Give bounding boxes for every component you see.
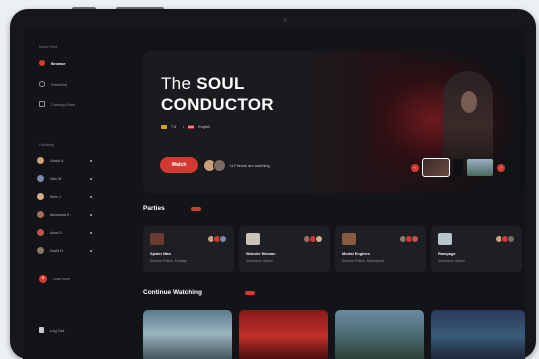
nav-label: Coming Soon — [51, 101, 76, 107]
party-poster — [342, 233, 356, 245]
avatar — [37, 193, 44, 200]
party-genres: Adventure, Action — [438, 259, 465, 263]
hero-character-face — [461, 91, 477, 113]
continue-watching-card[interactable] — [431, 310, 525, 359]
tablet-frame: Menu Feed Browse Watchlist Coming Soon F… — [10, 9, 536, 359]
friends-watching-text: +4 Friends are watching — [229, 163, 270, 168]
language-value: English — [198, 125, 211, 129]
continue-watching-card[interactable] — [335, 310, 424, 359]
continue-watching-heading: Continue Watching — [143, 289, 202, 296]
hero-meta: 7.6 • English — [161, 125, 210, 129]
following-name: Vladut A. — [50, 158, 65, 163]
party-poster — [246, 233, 260, 245]
avatar — [315, 235, 323, 243]
carousel-thumb[interactable] — [422, 158, 450, 177]
avatar — [37, 229, 44, 236]
camera-dot — [283, 18, 287, 22]
browse-icon — [39, 60, 45, 66]
party-card[interactable]: Mortal Engines Science Fiction, Steampun… — [335, 226, 426, 272]
load-more-button[interactable]: + Load more — [39, 275, 70, 283]
status-dot-icon — [90, 249, 92, 252]
app-screen: Menu Feed Browse Watchlist Coming Soon F… — [23, 27, 525, 359]
chevron-left-icon[interactable]: ‹ — [411, 163, 419, 172]
following-name: Anna S. — [50, 230, 63, 235]
following-item[interactable]: Vladut A. — [37, 157, 92, 164]
chevron-right-icon[interactable]: › — [497, 163, 505, 172]
following-name: Nick W. — [50, 176, 63, 181]
nav-item-coming-soon[interactable]: Coming Soon — [39, 101, 75, 107]
avatar — [37, 211, 44, 218]
following-item[interactable]: Ellen J. — [37, 193, 92, 200]
avatar — [37, 247, 44, 254]
party-members — [399, 235, 419, 243]
avatar — [219, 235, 227, 243]
plus-icon: + — [39, 275, 47, 283]
following-section-label: Following — [39, 143, 55, 147]
logout-button[interactable]: Log Out — [39, 327, 64, 333]
party-poster — [438, 233, 452, 245]
following-item[interactable]: Alexandra K. — [37, 211, 92, 218]
avatar — [37, 175, 44, 182]
imdb-badge-icon — [161, 125, 167, 129]
status-dot-icon — [90, 195, 92, 198]
party-title: Mortal Engines — [342, 251, 370, 256]
party-card[interactable]: Wonder Woman Adventure, Action — [239, 226, 330, 272]
continue-watching-badge — [245, 291, 255, 295]
parties-badge — [191, 207, 201, 211]
continue-watching-card[interactable] — [239, 310, 328, 359]
friends-watching: +4 Friends are watching — [203, 159, 270, 172]
party-genres: Science Fiction, Fantasy — [150, 259, 187, 263]
avatar — [411, 235, 419, 243]
party-genres: Adventure, Action — [246, 259, 273, 263]
hero-title: The SOUL CONDUCTOR — [161, 73, 274, 115]
following-item[interactable]: David H. — [37, 247, 92, 254]
party-title: Spider Man — [150, 251, 171, 256]
party-poster — [150, 233, 164, 245]
continue-watching-card[interactable] — [143, 310, 232, 359]
nav-label: Watchlist — [51, 81, 68, 87]
hero-title-word: SOUL — [196, 74, 245, 93]
following-name: Alexandra K. — [50, 212, 71, 217]
status-dot-icon — [90, 231, 92, 234]
logout-icon — [39, 327, 44, 333]
sidebar: Menu Feed Browse Watchlist Coming Soon F… — [23, 27, 123, 359]
party-card[interactable]: Rampage Adventure, Action — [431, 226, 522, 272]
party-title: Rampage — [438, 251, 456, 256]
hero-carousel: ‹ › — [411, 158, 505, 177]
heart-icon — [39, 81, 45, 87]
carousel-gap — [453, 159, 463, 176]
us-flag-icon — [188, 125, 195, 129]
avatar — [507, 235, 515, 243]
status-dot-icon — [90, 177, 92, 180]
hero-banner: The SOUL CONDUCTOR 7.6 • English Watch +… — [143, 51, 525, 193]
avatar — [213, 159, 226, 172]
nav-item-browse[interactable]: Browse — [39, 60, 65, 66]
party-members — [495, 235, 515, 243]
load-more-label: Load more — [53, 277, 71, 281]
logout-label: Log Out — [50, 327, 65, 333]
calendar-icon — [39, 101, 45, 107]
hero-title-prefix: The — [161, 74, 192, 93]
separator-dot: • — [183, 125, 185, 129]
nav-label: Browse — [51, 60, 66, 66]
party-genres: Science Fiction, Steampunk — [342, 259, 385, 263]
menu-section-label: Menu Feed — [39, 45, 58, 49]
hero-title-word: CONDUCTOR — [161, 95, 274, 114]
party-members — [207, 235, 227, 243]
following-name: David H. — [50, 248, 64, 253]
watch-button[interactable]: Watch — [160, 157, 198, 173]
party-title: Wonder Woman — [246, 251, 276, 256]
status-dot-icon — [90, 213, 92, 216]
following-item[interactable]: Nick W. — [37, 175, 92, 182]
rating-value: 7.6 — [171, 125, 176, 129]
carousel-thumb[interactable] — [467, 159, 493, 176]
party-card[interactable]: Spider Man Science Fiction, Fantasy — [143, 226, 234, 272]
nav-item-watchlist[interactable]: Watchlist — [39, 81, 67, 87]
parties-heading: Parties — [143, 205, 165, 212]
following-name: Ellen J. — [50, 194, 62, 199]
status-dot-icon — [90, 159, 92, 162]
avatar — [37, 157, 44, 164]
following-item[interactable]: Anna S. — [37, 229, 92, 236]
party-members — [303, 235, 323, 243]
